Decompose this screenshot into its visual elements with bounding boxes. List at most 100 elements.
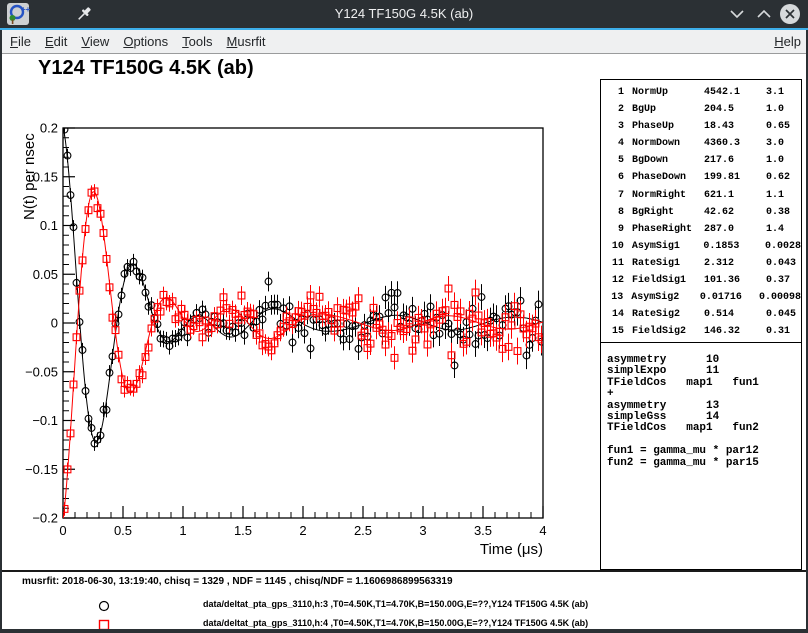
status-legend-panel: musrfit: 2018-06-30, 13:19:40, chisq = 1… bbox=[0, 570, 808, 631]
param-row: 15FieldSig2146.320.31 bbox=[601, 323, 801, 340]
param-name: BgUp bbox=[632, 101, 704, 118]
param-n: 2 bbox=[607, 101, 624, 118]
x-tick-label: 0 bbox=[59, 523, 66, 538]
legend-circle-marker bbox=[98, 599, 110, 611]
param-n: 12 bbox=[607, 272, 624, 289]
param-name: PhaseUp bbox=[632, 118, 704, 135]
x-tick-label: 2 bbox=[299, 523, 306, 538]
menu-item-options[interactable]: Options bbox=[116, 32, 175, 51]
param-error: 0.31 bbox=[766, 323, 801, 340]
y-tick-label: −0.2 bbox=[32, 511, 58, 526]
param-error: 0.62 bbox=[766, 169, 801, 186]
param-name: BgDown bbox=[632, 152, 704, 169]
param-value: 4360.3 bbox=[704, 135, 766, 152]
param-error: 0.65 bbox=[766, 118, 801, 135]
param-value: 18.43 bbox=[704, 118, 766, 135]
x-tick-label: 3 bbox=[419, 523, 426, 538]
y-axis-title: N(t) per nsec bbox=[21, 133, 38, 220]
param-n: 4 bbox=[607, 135, 624, 152]
param-name: FieldSig1 bbox=[632, 272, 704, 289]
param-value: 217.6 bbox=[704, 152, 766, 169]
param-n: 1 bbox=[607, 84, 624, 101]
param-error: 3.0 bbox=[766, 135, 801, 152]
window-title: Y124 TF150G 4.5K (ab) bbox=[0, 6, 808, 21]
param-value: 101.36 bbox=[704, 272, 766, 289]
y-tick-label: 0.2 bbox=[40, 121, 58, 136]
param-n: 9 bbox=[607, 221, 624, 238]
menu-bar: FileEditViewOptionsToolsMusrfit Help bbox=[0, 30, 808, 54]
param-n: 8 bbox=[607, 204, 624, 221]
x-tick-label: 4 bbox=[539, 523, 546, 538]
title-bar[interactable]: ++ Y124 TF150G 4.5K (ab) bbox=[0, 0, 808, 30]
param-row: 10 AsymSig10.18530.0028 bbox=[601, 238, 801, 255]
x-tick-label: 1.5 bbox=[234, 523, 252, 538]
param-value: 4542.1 bbox=[704, 84, 766, 101]
menu-item-help[interactable]: Help bbox=[767, 32, 808, 51]
fit-status-line: musrfit: 2018-06-30, 13:19:40, chisq = 1… bbox=[22, 576, 453, 587]
param-name: PhaseRight bbox=[632, 221, 704, 238]
param-value: 42.62 bbox=[704, 204, 766, 221]
root-canvas: Y124 TF150G 4.5K (ab) −0.2−0.15−0.1−0.05… bbox=[0, 54, 808, 570]
menu-item-file[interactable]: File bbox=[3, 32, 38, 51]
y-tick-label: −0.1 bbox=[32, 413, 58, 428]
param-error: 1.0 bbox=[766, 152, 801, 169]
param-value: 2.312 bbox=[704, 255, 766, 272]
param-row: 7NormRight621.11.1 bbox=[601, 187, 801, 204]
param-name: FieldSig2 bbox=[632, 323, 704, 340]
param-value: 287.0 bbox=[704, 221, 766, 238]
param-n: 6 bbox=[607, 169, 624, 186]
series-1-circles bbox=[61, 123, 545, 451]
param-row: 1 NormUp4542.13.1 bbox=[601, 84, 801, 101]
param-error: 0.0028 bbox=[765, 238, 801, 255]
y-tick-label: 0 bbox=[51, 316, 58, 331]
legend-entry: data/deltat_pta_gps_3110,h:3 ,T0=4.50K,T… bbox=[0, 596, 808, 614]
param-row: 14 RateSig20.5140.045 bbox=[601, 306, 801, 323]
y-tick-label: 0.1 bbox=[40, 218, 58, 233]
param-n: 5 bbox=[607, 152, 624, 169]
param-error: 3.1 bbox=[766, 84, 801, 101]
x-tick-label: 3.5 bbox=[474, 523, 492, 538]
menu-item-tools[interactable]: Tools bbox=[175, 32, 219, 51]
x-tick-label: 0.5 bbox=[114, 523, 132, 538]
parameter-box: 1NormUp4542.13.12BgUp204.51.03PhaseUp18.… bbox=[600, 79, 802, 344]
param-value: 199.81 bbox=[704, 169, 766, 186]
param-name: NormUp bbox=[632, 84, 704, 101]
x-axis-title: Time (μs) bbox=[480, 541, 543, 558]
param-error: 0.043 bbox=[766, 255, 801, 272]
param-value: 0.514 bbox=[704, 306, 766, 323]
param-name: RateSig2 bbox=[632, 306, 704, 323]
y-tick-label: −0.05 bbox=[25, 364, 58, 379]
param-n: 15 bbox=[607, 323, 624, 340]
menu-item-edit[interactable]: Edit bbox=[38, 32, 74, 51]
param-n: 3 bbox=[607, 118, 624, 135]
menu-item-musrfit[interactable]: Musrfit bbox=[220, 32, 273, 51]
legend-label: data/deltat_pta_gps_3110,h:3 ,T0=4.50K,T… bbox=[203, 599, 588, 609]
param-name: RateSig1 bbox=[632, 255, 704, 272]
param-row: 2BgUp204.51.0 bbox=[601, 101, 801, 118]
param-row: 13AsymSig20.017160.00098 bbox=[601, 289, 801, 306]
param-error: 0.045 bbox=[766, 306, 801, 323]
param-n: 13 bbox=[607, 289, 623, 306]
param-value: 0.01716 bbox=[700, 289, 759, 306]
window-border-bottom bbox=[0, 629, 808, 633]
y-tick-label: −0.15 bbox=[25, 462, 58, 477]
param-value: 0.1853 bbox=[703, 238, 765, 255]
plot-area[interactable]: −0.2−0.15−0.1−0.0500.050.10.150.200.511.… bbox=[0, 54, 600, 570]
param-n: 10 bbox=[607, 238, 624, 255]
y-tick-label: 0.05 bbox=[33, 267, 58, 282]
plot-frame bbox=[63, 128, 543, 518]
fit-curve bbox=[63, 126, 543, 442]
param-name: AsymSig2 bbox=[631, 289, 700, 306]
musrfit-window: ++ Y124 TF150G 4.5K (ab) FileEditViewO bbox=[0, 0, 808, 633]
param-name: AsymSig1 bbox=[632, 238, 704, 255]
param-n: 14 bbox=[607, 306, 624, 323]
param-n: 11 bbox=[607, 255, 624, 272]
param-row: 9PhaseRight287.01.4 bbox=[601, 221, 801, 238]
theory-box: asymmetry 10 simplExpo 11 TFieldCos map1… bbox=[600, 342, 802, 570]
param-row: 8BgRight42.620.38 bbox=[601, 204, 801, 221]
param-error: 1.1 bbox=[766, 187, 801, 204]
param-row: 11 RateSig12.3120.043 bbox=[601, 255, 801, 272]
menu-item-view[interactable]: View bbox=[74, 32, 116, 51]
x-tick-label: 1 bbox=[179, 523, 186, 538]
legend-label: data/deltat_pta_gps_3110,h:4 ,T0=4.50K,T… bbox=[203, 618, 588, 628]
